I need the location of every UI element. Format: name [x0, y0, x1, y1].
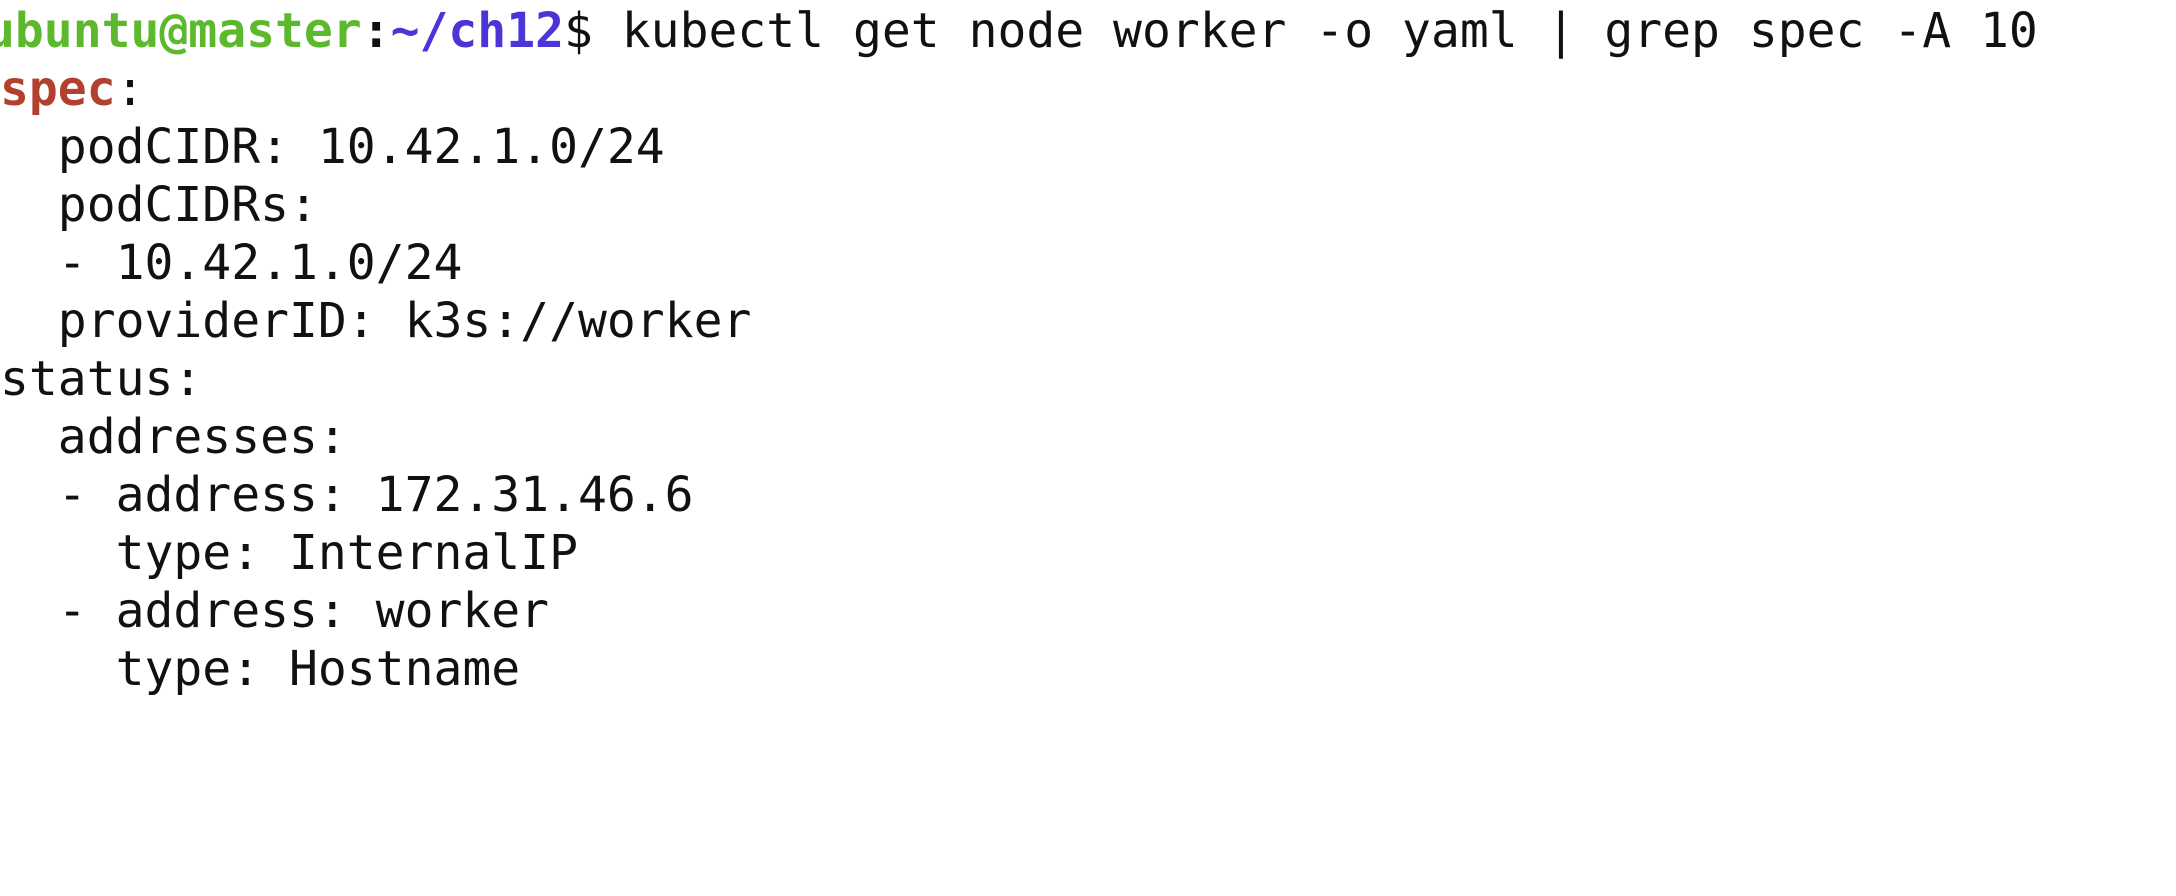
output-line: type: Hostname: [0, 641, 521, 697]
command-text: kubectl get node worker -o yaml | grep s…: [621, 3, 2038, 59]
output-line: status:: [0, 351, 203, 407]
grep-match-highlight: spec: [0, 61, 116, 117]
output-line: type: InternalIP: [0, 525, 578, 581]
command-line: ubuntu@master:~/ch12$ kubectl get node w…: [0, 2, 2038, 60]
terminal-window[interactable]: ubuntu@master:~/ch12$ kubectl get node w…: [0, 0, 2176, 697]
output-line: - address: worker: [0, 583, 550, 639]
prompt-user-host: ubuntu@master: [0, 3, 362, 59]
spec-colon: :: [115, 61, 145, 117]
output-line: podCIDRs:: [0, 177, 318, 233]
prompt-path: ~/ch12: [390, 3, 564, 59]
prompt-symbol: $: [563, 3, 622, 59]
output-line-spec: spec:: [0, 60, 145, 118]
output-line: podCIDR: 10.42.1.0/24: [0, 119, 665, 175]
prompt-separator: :: [361, 3, 391, 59]
output-line: - 10.42.1.0/24: [0, 235, 463, 291]
output-line: - address: 172.31.46.6: [0, 467, 694, 523]
output-line: addresses:: [0, 409, 347, 465]
output-line: providerID: k3s://worker: [0, 293, 752, 349]
